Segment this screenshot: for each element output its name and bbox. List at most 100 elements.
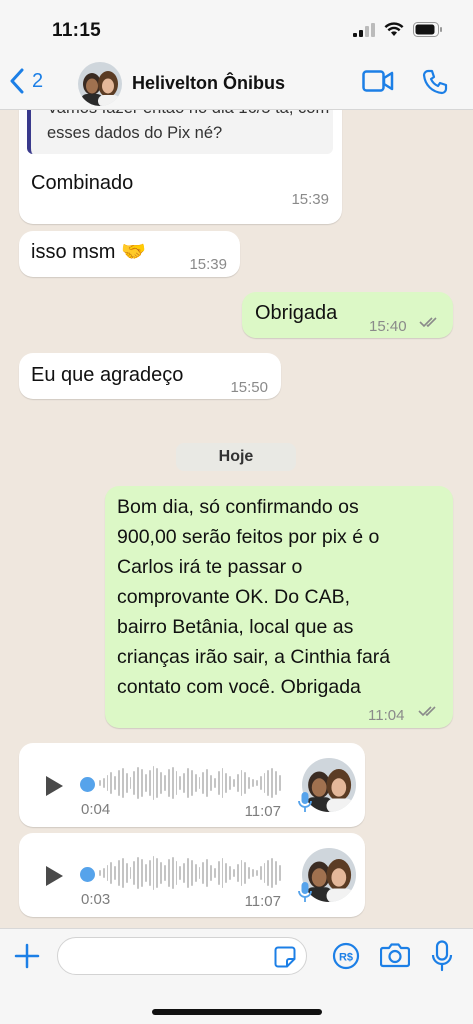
unread-count: 2 [32, 69, 44, 92]
waveform-bar [255, 870, 258, 876]
waveform-bar [229, 776, 231, 790]
message-line: comprovante OK. Do CAB, [117, 586, 351, 608]
waveform-bar [133, 771, 136, 795]
waveform-bar [225, 773, 228, 793]
waveform-bar [275, 861, 277, 885]
incoming-message[interactable]: isso msm 🤝 15:39 [19, 231, 240, 277]
play-icon[interactable] [44, 865, 64, 887]
contact-avatar[interactable] [78, 62, 122, 106]
contact-name[interactable]: Helivelton Ônibus [132, 73, 285, 94]
waveform-bar [278, 865, 281, 881]
voice-message[interactable]: 0:03 11:07 [19, 833, 365, 917]
message-text: Obrigada [255, 302, 338, 324]
message-line: bairro Betânia, local que as [117, 616, 354, 638]
message-text: isso msm 🤝 [31, 241, 146, 263]
incoming-message[interactable]: Vamos fazer então no dia 16/5 tá, com es… [19, 110, 342, 224]
chat-thread[interactable]: Vamos fazer então no dia 16/5 tá, com es… [0, 110, 473, 928]
phone-call-icon [422, 69, 448, 95]
waveform-bar [263, 863, 266, 883]
waveform-bar [156, 768, 159, 798]
waveform-bar [179, 866, 182, 880]
waveform-bar [267, 860, 270, 886]
waveform-bar [248, 777, 251, 789]
waveform-bar [129, 777, 132, 789]
waveform-bar [252, 779, 254, 787]
incoming-message[interactable]: Eu que agradeço 15:50 [19, 353, 281, 399]
message-composer: R$ [0, 928, 473, 1024]
mic-icon [298, 792, 312, 812]
double-check-icon [419, 317, 437, 328]
waveform-bar [206, 859, 209, 887]
waveform-bar [271, 858, 274, 888]
waveform-bar [267, 770, 270, 796]
video-call-button[interactable] [362, 70, 394, 97]
voice-record-button[interactable] [431, 940, 453, 977]
sticker-button[interactable] [274, 946, 296, 973]
waveform-bar [171, 857, 174, 889]
home-indicator[interactable] [152, 1009, 322, 1015]
waveform-bar [259, 776, 262, 790]
waveform-bar [210, 865, 212, 881]
playback-position-dot[interactable] [80, 777, 95, 792]
waveform-bar [259, 866, 262, 880]
voice-call-button[interactable] [422, 69, 448, 100]
attach-button[interactable] [14, 943, 40, 974]
waveform[interactable] [99, 765, 281, 801]
waveform-bar [167, 769, 170, 797]
message-input[interactable] [57, 937, 307, 975]
outgoing-message[interactable]: Obrigada 15:40 [242, 292, 453, 338]
back-button[interactable]: 2 [10, 68, 43, 94]
wifi-icon [384, 22, 404, 36]
waveform-bar [190, 860, 193, 886]
message-line: 900,00 serão feitos por pix é o [117, 526, 380, 548]
waveform-bar [206, 769, 209, 797]
battery-icon [413, 22, 442, 37]
outgoing-message[interactable]: Bom dia, só confirmando os 900,00 serão … [105, 486, 453, 728]
waveform[interactable] [99, 855, 281, 891]
video-call-icon [362, 70, 394, 92]
waveform-bar [152, 856, 155, 890]
playback-position-dot[interactable] [80, 867, 95, 882]
camera-icon [379, 943, 411, 968]
waveform-bar [221, 768, 224, 798]
waveform-bar [164, 865, 166, 881]
waveform-bar [190, 770, 193, 796]
waveform-bar [198, 867, 201, 879]
waveform-bar [232, 869, 235, 877]
payment-button[interactable]: R$ [332, 942, 360, 975]
waveform-bar [144, 864, 147, 882]
audio-duration: 0:04 [81, 801, 111, 818]
waveform-bar [240, 770, 243, 796]
waveform-bar [114, 866, 117, 880]
waveform-bar [129, 867, 132, 879]
quoted-message[interactable]: Vamos fazer então no dia 16/5 tá, com es… [27, 110, 333, 154]
message-text: Eu que agradeço [31, 364, 184, 386]
mic-icon [431, 940, 453, 972]
camera-button[interactable] [379, 942, 411, 973]
play-icon[interactable] [44, 775, 64, 797]
waveform-bar [213, 778, 216, 788]
waveform-bar [121, 858, 124, 888]
signal-icon [353, 22, 375, 37]
waveform-bar [118, 770, 120, 796]
waveform-bar [167, 859, 170, 887]
waveform-bar [137, 767, 140, 799]
waveform-bar [210, 775, 212, 791]
voice-message[interactable]: 0:04 11:07 [19, 743, 365, 827]
waveform-bar [102, 868, 105, 878]
message-line: contato com você. Obrigada [117, 676, 361, 698]
waveform-bar [125, 863, 128, 883]
message-time: 11:04 [368, 707, 405, 724]
message-time: 11:07 [244, 893, 281, 910]
waveform-bar [225, 863, 228, 883]
waveform-bar [244, 862, 247, 884]
payment-icon: R$ [332, 942, 360, 970]
waveform-bar [217, 771, 220, 795]
waveform-bar [278, 775, 281, 791]
waveform-bar [121, 768, 124, 798]
svg-text:R$: R$ [339, 952, 353, 964]
waveform-bar [160, 772, 163, 794]
waveform-bar [102, 778, 105, 788]
waveform-bar [106, 775, 109, 791]
mic-icon [298, 882, 312, 902]
